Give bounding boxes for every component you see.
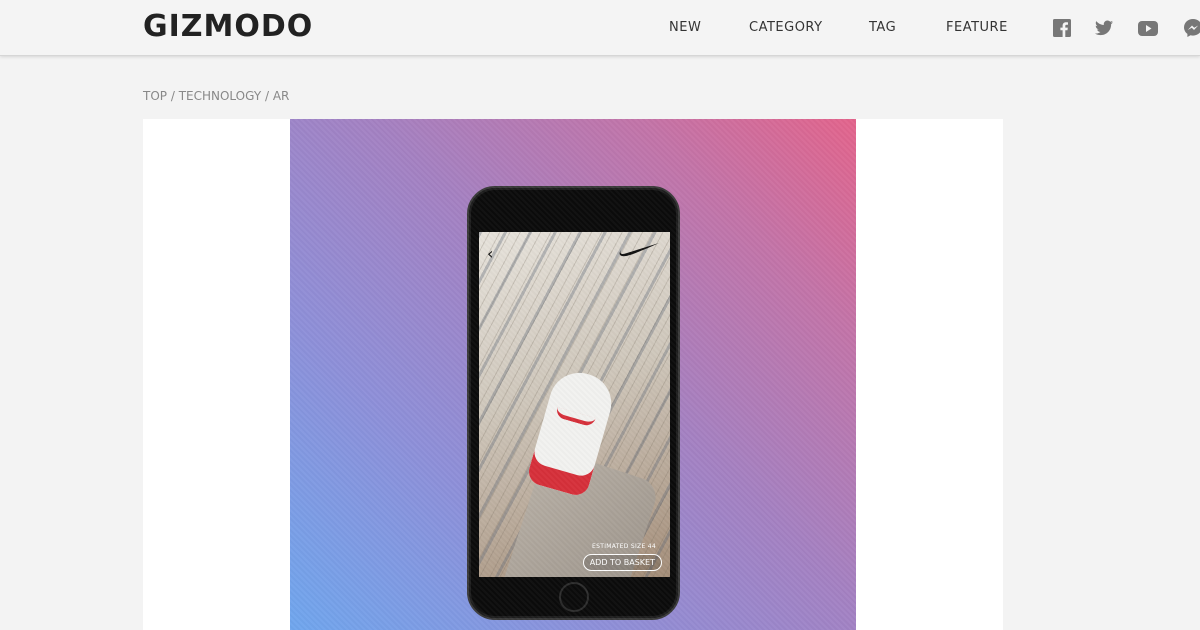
sneaker-image [525, 365, 619, 499]
estimated-size-label: ESTIMATED SIZE 44 [592, 543, 656, 550]
wood-floor-image [479, 232, 670, 577]
site-header: GIZMODO NEW CATEGORY TAG FEATURE [0, 0, 1200, 56]
add-to-basket-button: ADD TO BASKET [582, 554, 662, 571]
article-card: ‹ ESTIMATED SIZE 44 ADD TO BASKET [143, 119, 1003, 630]
facebook-icon[interactable] [1051, 17, 1073, 39]
breadcrumb-separator: / [167, 89, 179, 103]
nav-item-tag[interactable]: TAG [869, 20, 896, 35]
youtube-icon[interactable] [1137, 17, 1159, 39]
phone-screen: ‹ ESTIMATED SIZE 44 ADD TO BASKET [479, 232, 670, 577]
back-chevron-icon: ‹ [487, 244, 494, 263]
sneaker-swoosh [554, 406, 596, 428]
nav-item-feature[interactable]: FEATURE [946, 20, 1008, 35]
breadcrumb-item-top[interactable]: TOP [143, 89, 167, 103]
messenger-icon[interactable] [1182, 17, 1200, 39]
twitter-icon[interactable] [1093, 17, 1115, 39]
leg-image [497, 447, 661, 577]
nav-item-category[interactable]: CATEGORY [749, 20, 823, 35]
phone-mockup: ‹ ESTIMATED SIZE 44 ADD TO BASKET [467, 186, 680, 620]
breadcrumb-item-ar[interactable]: AR [273, 89, 290, 103]
breadcrumb: TOP / TECHNOLOGY / AR [143, 89, 289, 103]
breadcrumb-item-technology[interactable]: TECHNOLOGY [179, 89, 261, 103]
breadcrumb-separator: / [261, 89, 273, 103]
hero-image: ‹ ESTIMATED SIZE 44 ADD TO BASKET [290, 119, 856, 630]
phone-home-button [559, 582, 589, 612]
nike-swoosh-icon [618, 242, 660, 262]
site-logo[interactable]: GIZMODO [143, 9, 313, 44]
nav-item-new[interactable]: NEW [669, 20, 701, 35]
